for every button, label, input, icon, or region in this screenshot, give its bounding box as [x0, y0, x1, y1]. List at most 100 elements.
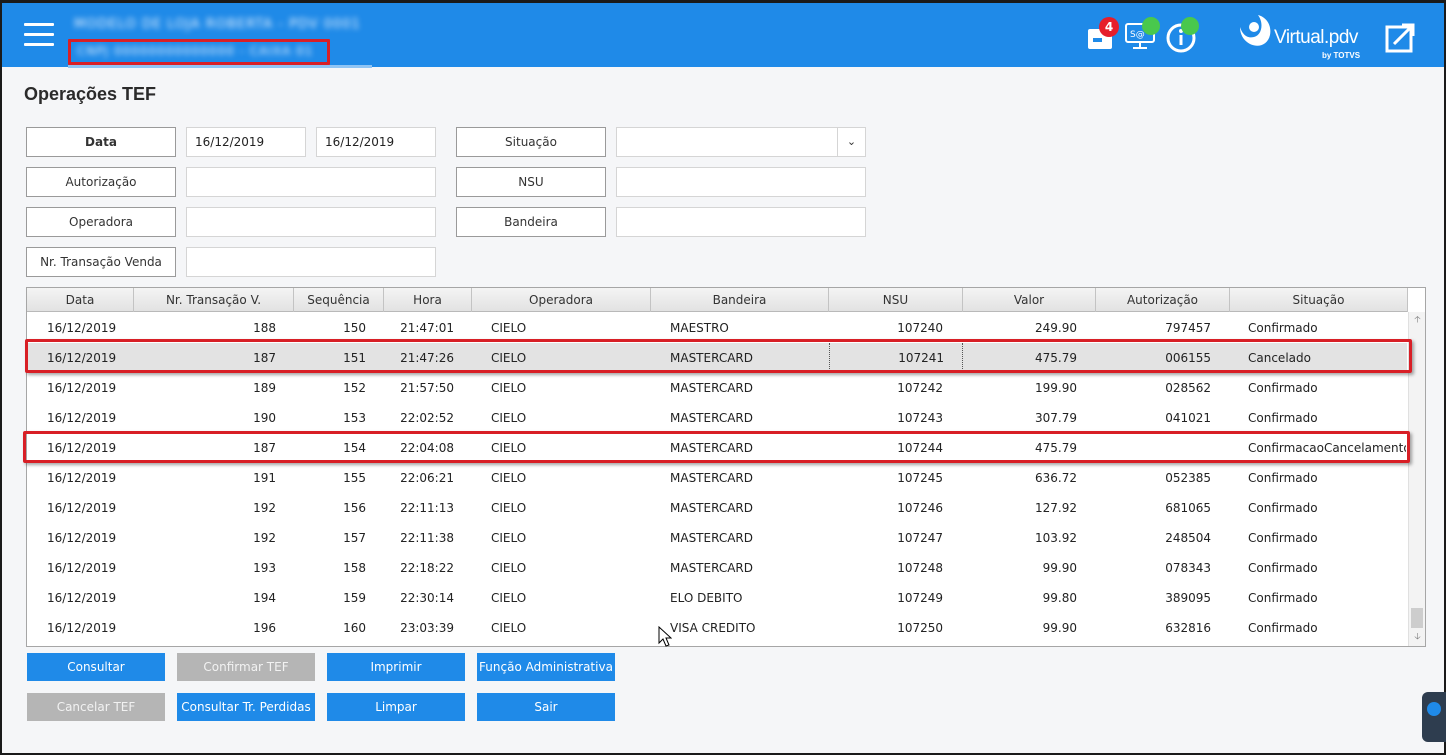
col-sequencia[interactable]: Sequência [294, 288, 384, 312]
cell-situacao: Confirmado [1248, 411, 1318, 425]
cell-sequencia: 156 [343, 501, 366, 515]
scroll-thumb[interactable] [1411, 608, 1423, 628]
table-row[interactable]: 16/12/2019 188 150 21:47:01 CIELO MAESTRO 1072… [27, 313, 1407, 343]
consultar-button[interactable]: Consultar [27, 653, 165, 681]
cell-autorizacao: 052385 [1165, 471, 1211, 485]
menu-icon[interactable] [24, 23, 54, 47]
date-from-input[interactable]: 16/12/2019 [186, 127, 306, 157]
operadora-input[interactable] [186, 207, 436, 237]
open-window-icon[interactable] [1384, 21, 1418, 55]
cell-valor: 127.92 [1035, 501, 1077, 515]
cell-hora: 23:03:39 [400, 621, 454, 635]
cell-nr-transacao: 192 [253, 531, 276, 545]
store-name: MODELO DE LOJA ROBERTA - PDV 0001 [74, 17, 361, 32]
nsu-input[interactable] [616, 167, 866, 197]
cell-nr-transacao: 194 [253, 591, 276, 605]
cell-hora: 22:02:52 [400, 411, 454, 425]
table-row[interactable]: 16/12/2019 196 160 23:03:39 CIELO VISA CREDIT… [27, 613, 1407, 643]
cell-autorizacao: 041021 [1165, 411, 1211, 425]
cell-autorizacao: 681065 [1165, 501, 1211, 515]
col-nsu[interactable]: NSU [829, 288, 963, 312]
col-operadora[interactable]: Operadora [472, 288, 651, 312]
sair-button[interactable]: Sair [477, 693, 615, 721]
table-row[interactable]: 16/12/2019 187 151 21:47:26 CIELO MASTERCARD 1… [27, 343, 1407, 373]
table-header: Data Nr. Transação V. Sequência Hora Ope… [27, 288, 1408, 312]
cell-situacao: ConfirmacaoCancelamento [1248, 441, 1406, 455]
cell-nr-transacao: 190 [253, 411, 276, 425]
cell-bandeira: ELO DEBITO [670, 591, 743, 605]
cell-data: 16/12/2019 [47, 621, 117, 635]
cell-valor: 636.72 [1035, 471, 1077, 485]
scroll-down-icon[interactable]: 🡣 [1409, 629, 1425, 646]
cell-operadora: CIELO [491, 441, 527, 455]
cell-data: 16/12/2019 [47, 441, 117, 455]
cell-bandeira: MASTERCARD [670, 501, 753, 515]
cell-hora: 22:04:08 [400, 441, 454, 455]
svg-text:S@: S@ [1130, 30, 1145, 40]
bandeira-input[interactable] [616, 207, 866, 237]
col-autorizacao[interactable]: Autorização [1096, 288, 1230, 312]
cell-situacao: Confirmado [1248, 381, 1318, 395]
cell-valor: 103.92 [1035, 531, 1077, 545]
col-situacao[interactable]: Situação [1230, 288, 1408, 312]
cell-operadora: CIELO [491, 621, 527, 635]
table-scrollbar[interactable]: 🡡 🡣 [1408, 312, 1425, 646]
limpar-button[interactable]: Limpar [327, 693, 465, 721]
cell-nr-transacao: 189 [253, 381, 276, 395]
nr-transacao-input[interactable] [186, 247, 436, 277]
cell-nr-transacao: 187 [253, 351, 276, 365]
situacao-select[interactable]: ⌄ [616, 127, 866, 157]
consultar-perdidas-button[interactable]: Consultar Tr. Perdidas [177, 693, 315, 721]
connection-status-dot [1181, 17, 1199, 35]
cell-situacao: Cancelado [1248, 351, 1311, 365]
cell-bandeira: MASTERCARD [670, 441, 753, 455]
cell-nsu: 107250 [897, 621, 943, 635]
cell-situacao: Confirmado [1248, 501, 1318, 515]
cell-data: 16/12/2019 [47, 351, 117, 365]
scroll-up-icon[interactable]: 🡡 [1409, 312, 1425, 329]
cell-operadora: CIELO [491, 531, 527, 545]
notification-badge: 4 [1099, 17, 1119, 37]
remote-support-icon[interactable] [1422, 692, 1446, 742]
cell-bandeira: MASTERCARD [670, 351, 753, 365]
cell-operadora: CIELO [491, 381, 527, 395]
imprimir-button[interactable]: Imprimir [327, 653, 465, 681]
cell-valor: 475.79 [1035, 351, 1077, 365]
cell-data: 16/12/2019 [47, 411, 117, 425]
date-to-input[interactable]: 16/12/2019 [316, 127, 436, 157]
table-row[interactable]: 16/12/2019 192 157 22:11:38 CIELO MASTERCARD 1… [27, 523, 1407, 553]
table-row[interactable]: 16/12/2019 192 156 22:11:13 CIELO MASTERCARD 1… [27, 493, 1407, 523]
cancelar-tef-button[interactable]: Cancelar TEF [27, 693, 165, 721]
store-detail: CNPJ 00000000000000 - CAIXA 01 [77, 44, 314, 58]
cell-sequencia: 157 [343, 531, 366, 545]
col-hora[interactable]: Hora [384, 288, 472, 312]
cell-nr-transacao: 193 [253, 561, 276, 575]
col-nr-transacao[interactable]: Nr. Transação V. [134, 288, 294, 312]
cell-operadora: CIELO [491, 501, 527, 515]
table-row[interactable]: 16/12/2019 190 153 22:02:52 CIELO MASTERCARD 1… [27, 403, 1407, 433]
autorizacao-input[interactable] [186, 167, 436, 197]
cell-situacao: Confirmado [1248, 621, 1318, 635]
cell-autorizacao: 028562 [1165, 381, 1211, 395]
table-row[interactable]: 16/12/2019 189 152 21:57:50 CIELO MASTERCARD 1… [27, 373, 1407, 403]
cell-operadora: CIELO [491, 321, 527, 335]
cell-bandeira: MAESTRO [670, 321, 729, 335]
cell-sequencia: 155 [343, 471, 366, 485]
confirmar-tef-button[interactable]: Confirmar TEF [177, 653, 315, 681]
col-bandeira[interactable]: Bandeira [651, 288, 829, 312]
col-valor[interactable]: Valor [963, 288, 1096, 312]
cell-autorizacao: 078343 [1165, 561, 1211, 575]
table-row[interactable]: 16/12/2019 194 159 22:30:14 CIELO ELO DEBITO 1… [27, 583, 1407, 613]
table-row[interactable]: 16/12/2019 187 154 22:04:08 CIELO MASTERCARD 1… [27, 433, 1407, 463]
nsu-label: NSU [456, 167, 606, 197]
col-data[interactable]: Data [27, 288, 134, 312]
table-row[interactable]: 16/12/2019 193 158 22:18:22 CIELO MASTERCARD 1… [27, 553, 1407, 583]
chevron-down-icon[interactable]: ⌄ [837, 128, 865, 156]
table-row[interactable]: 16/12/2019 191 155 22:06:21 CIELO MASTERCARD 1… [27, 463, 1407, 493]
cell-hora: 22:18:22 [400, 561, 454, 575]
funcao-administrativa-button[interactable]: Função Administrativa [477, 653, 615, 681]
top-bar: MODELO DE LOJA ROBERTA - PDV 0001 CNPJ 0… [2, 0, 1444, 68]
data-label: Data [26, 127, 176, 157]
cell-nsu: 107248 [897, 561, 943, 575]
cell-situacao: Confirmado [1248, 471, 1318, 485]
